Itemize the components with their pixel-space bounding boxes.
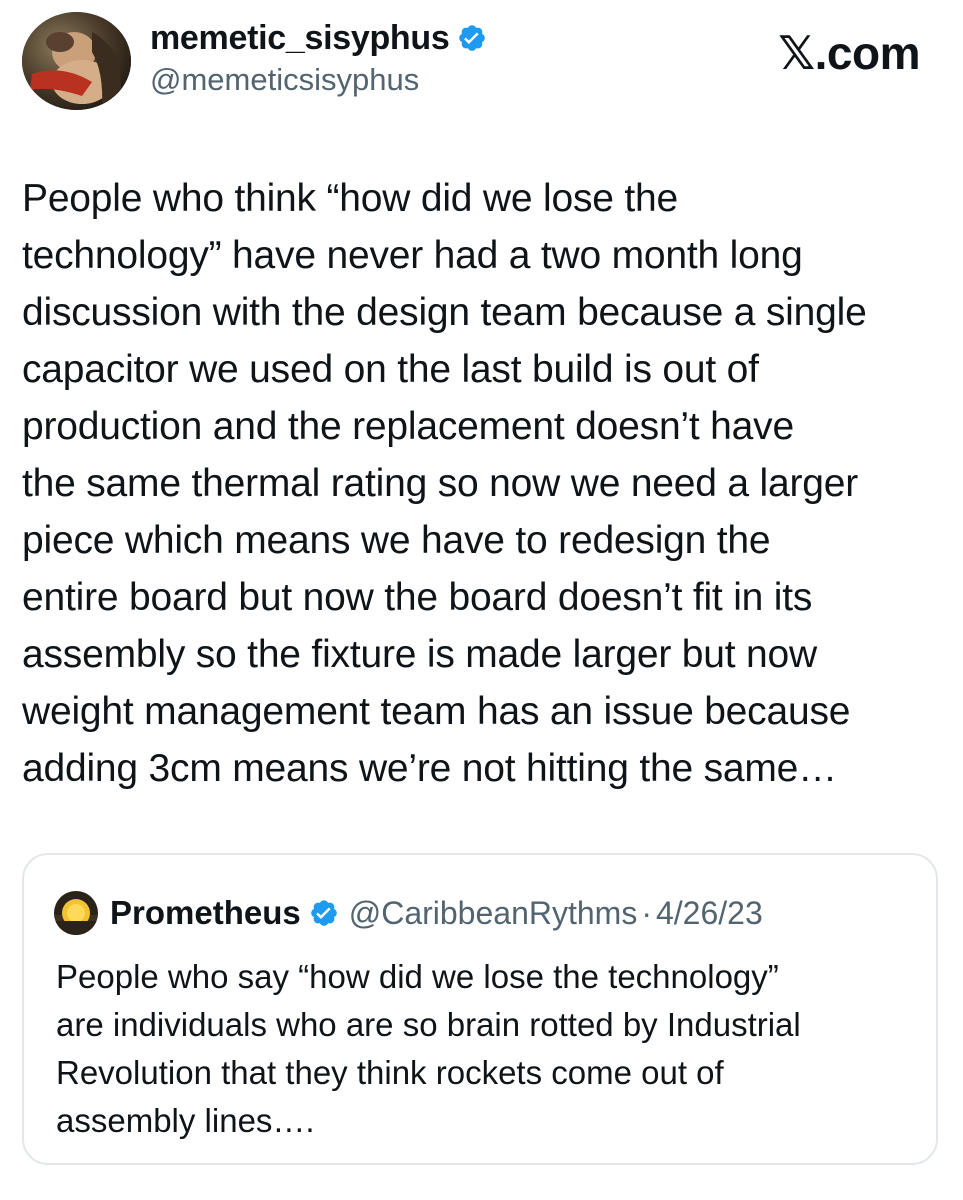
quoted-verified-badge-icon <box>310 900 337 926</box>
quoted-author-display-name[interactable]: Prometheus <box>110 894 301 932</box>
quoted-tweet-date[interactable]: 4/26/23 <box>656 895 763 932</box>
tweet-body-text: People who think “how did we lose the te… <box>22 177 867 790</box>
author-handle[interactable]: @memeticsisyphus <box>150 62 487 98</box>
display-name-row: memetic_sisyphus <box>150 18 487 58</box>
quoted-tweet-text: People who say “how did we lose the tech… <box>56 958 801 1139</box>
author-names: memetic_sisyphus @memeticsisyphus <box>150 18 487 98</box>
quoted-author-avatar[interactable] <box>54 891 98 935</box>
sunset-avatar-icon <box>54 891 98 935</box>
quoted-author-handle[interactable]: @CaribbeanRythms <box>349 895 638 932</box>
painting-avatar-icon <box>22 12 131 110</box>
quoted-tweet-card[interactable]: Prometheus @CaribbeanRythms · 4/26/23 Pe… <box>22 853 938 1165</box>
separator-dot: · <box>641 894 652 931</box>
quoted-tweet-header: Prometheus @CaribbeanRythms · 4/26/23 <box>54 891 763 935</box>
tweet-header: memetic_sisyphus @memeticsisyphus 𝕏.com <box>22 12 942 112</box>
x-logo: 𝕏.com <box>778 27 920 79</box>
verified-badge-icon <box>459 25 486 51</box>
author-avatar[interactable] <box>22 12 131 110</box>
author-display-name[interactable]: memetic_sisyphus <box>150 19 450 58</box>
